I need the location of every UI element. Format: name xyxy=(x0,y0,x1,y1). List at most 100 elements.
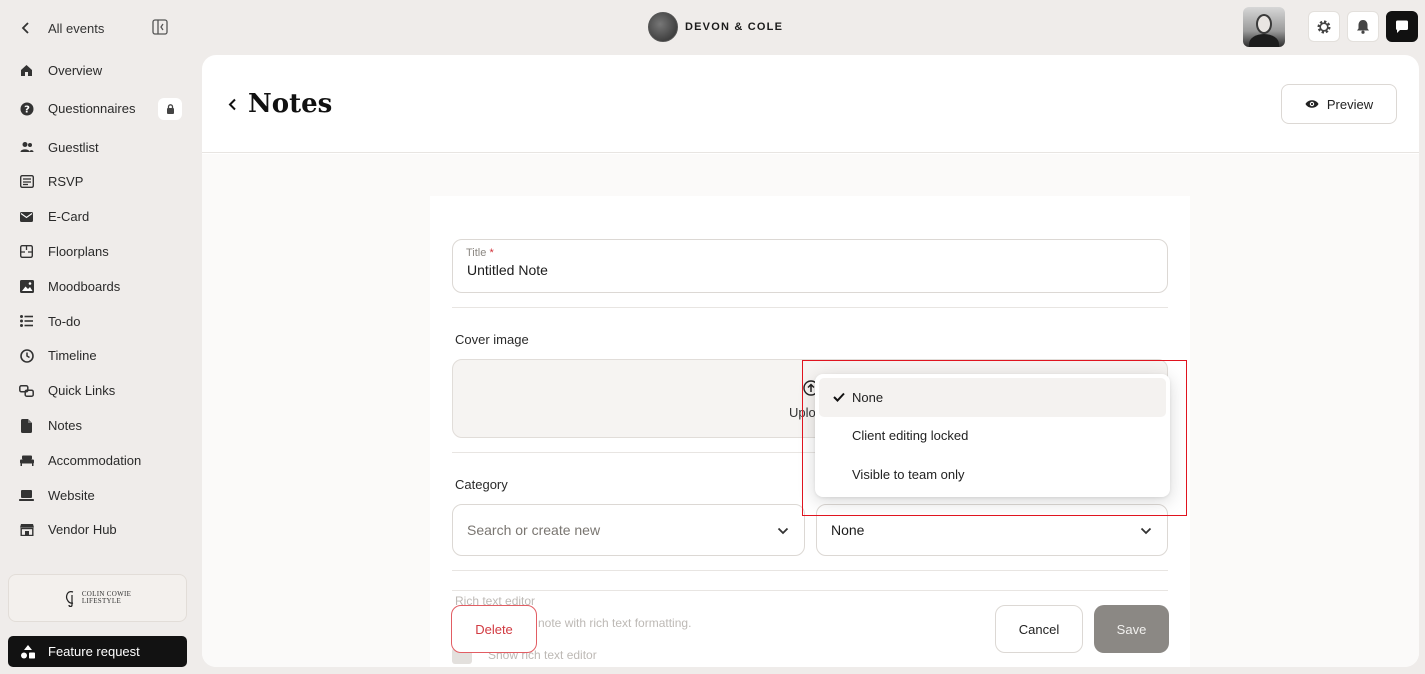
store-icon xyxy=(19,522,34,537)
page-title: Notes xyxy=(248,89,333,119)
link-icon xyxy=(19,383,34,398)
event-logo xyxy=(648,12,678,42)
envelope-icon xyxy=(19,209,34,224)
visibility-select[interactable]: None xyxy=(816,504,1168,556)
partner-logo-icon xyxy=(65,591,74,607)
shapes-icon xyxy=(20,644,36,660)
title-field-label: Title * xyxy=(466,247,494,259)
settings-button[interactable] xyxy=(1308,11,1340,42)
clock-icon xyxy=(19,348,34,363)
sidebar-item-label: Vendor Hub xyxy=(48,522,117,538)
delete-button[interactable]: Delete xyxy=(451,605,537,653)
sidebar-item-notes[interactable]: Notes xyxy=(0,408,200,443)
divider xyxy=(452,307,1168,308)
sidebar-item-label: To-do xyxy=(48,313,81,329)
title-input[interactable]: Untitled Note xyxy=(467,262,548,278)
sidebar-item-label: E-Card xyxy=(48,209,90,225)
laptop-icon xyxy=(19,488,34,503)
sidebar: All events Overview ? Questionnaires Gue… xyxy=(0,0,200,674)
eye-icon xyxy=(1305,99,1319,109)
notifications-button[interactable] xyxy=(1347,11,1379,42)
sidebar-item-label: Timeline xyxy=(48,348,97,364)
chat-button[interactable] xyxy=(1386,11,1418,42)
sidebar-item-ecard[interactable]: E-Card xyxy=(0,199,200,234)
sidebar-item-label: Overview xyxy=(48,62,103,78)
user-avatar[interactable] xyxy=(1243,7,1285,47)
dropdown-option-none[interactable]: None xyxy=(819,378,1166,417)
checkmark-icon xyxy=(832,390,846,404)
gear-icon xyxy=(1317,20,1331,33)
partner-brand-name: COLIN COWIE LIFESTYLE xyxy=(82,591,131,605)
svg-text:?: ? xyxy=(24,104,30,115)
lock-icon xyxy=(158,97,182,120)
sidebar-item-label: Quick Links xyxy=(48,383,116,399)
required-marker: * xyxy=(489,247,494,259)
page-header: Notes Preview xyxy=(202,55,1419,153)
chevron-left-icon xyxy=(18,20,34,36)
avatar-face xyxy=(1256,14,1272,34)
sidebar-item-label: Accommodation xyxy=(48,452,142,468)
upload-text: Uplo xyxy=(789,405,816,420)
home-icon xyxy=(19,63,34,78)
sidebar-item-guestlist[interactable]: Guestlist xyxy=(0,130,200,165)
divider xyxy=(452,590,1168,591)
visibility-value: None xyxy=(831,522,865,538)
preview-button[interactable]: Preview xyxy=(1281,84,1397,124)
sidebar-item-questionnaires[interactable]: ? Questionnaires xyxy=(0,88,200,130)
document-icon xyxy=(19,418,34,433)
category-placeholder: Search or create new xyxy=(467,522,601,538)
title-field[interactable]: Title * Untitled Note xyxy=(452,239,1168,293)
feature-request-label: Feature request xyxy=(48,644,140,659)
users-icon xyxy=(19,140,34,155)
floorplan-icon xyxy=(19,244,34,259)
list-icon xyxy=(19,314,34,329)
sidebar-item-label: Moodboards xyxy=(48,278,121,294)
event-brand: DEVON & COLE xyxy=(648,12,783,42)
sidebar-item-label: Floorplans xyxy=(48,244,109,260)
dropdown-option-client-editing-locked[interactable]: Client editing locked xyxy=(819,417,1166,456)
partner-brand-line2: LIFESTYLE xyxy=(81,597,122,605)
divider xyxy=(452,570,1168,571)
save-button[interactable]: Save xyxy=(1094,605,1169,653)
rsvp-icon xyxy=(19,174,34,189)
preview-label: Preview xyxy=(1326,96,1374,112)
sidebar-item-overview[interactable]: Overview xyxy=(0,53,200,88)
back-chevron-icon[interactable] xyxy=(226,97,238,111)
sidebar-item-rsvp[interactable]: RSVP xyxy=(0,165,200,200)
sidebar-item-website[interactable]: Website xyxy=(0,478,200,513)
sidebar-item-quick-links[interactable]: Quick Links xyxy=(0,373,200,408)
partner-brand-card: COLIN COWIE LIFESTYLE xyxy=(8,574,187,622)
feature-request-button[interactable]: Feature request xyxy=(8,636,187,667)
bell-icon xyxy=(1357,20,1369,34)
main-panel: Notes Preview Title * Untitled Note Cove… xyxy=(202,55,1419,667)
dropdown-option-label: Client editing locked xyxy=(852,428,969,444)
cover-image-label: Cover image xyxy=(455,332,529,347)
cancel-button[interactable]: Cancel xyxy=(995,605,1083,653)
avatar-body xyxy=(1249,34,1279,47)
dropdown-option-label: Visible to team only xyxy=(852,466,965,482)
sidebar-item-label: Website xyxy=(48,487,95,503)
event-brand-name: DEVON & COLE xyxy=(685,21,784,33)
rich-text-description: note with rich text formatting. xyxy=(538,616,692,630)
sidebar-collapse-icon[interactable] xyxy=(152,19,168,35)
visibility-dropdown-menu: None Client editing locked Visible to te… xyxy=(815,374,1170,497)
sidebar-item-label: RSVP xyxy=(48,174,84,190)
sidebar-item-floorplans[interactable]: Floorplans xyxy=(0,234,200,269)
dropdown-option-visible-to-team-only[interactable]: Visible to team only xyxy=(819,455,1166,494)
sidebar-item-vendor-hub[interactable]: Vendor Hub xyxy=(0,513,200,548)
sidebar-item-label: Guestlist xyxy=(48,139,99,155)
chevron-down-icon xyxy=(776,524,790,538)
image-icon xyxy=(19,279,34,294)
sidebar-item-timeline[interactable]: Timeline xyxy=(0,339,200,374)
chevron-down-icon xyxy=(1139,524,1153,538)
sidebar-item-accommodation[interactable]: Accommodation xyxy=(0,443,200,478)
sidebar-item-todo[interactable]: To-do xyxy=(0,304,200,339)
sidebar-item-moodboards[interactable]: Moodboards xyxy=(0,269,200,304)
bed-icon xyxy=(19,453,34,468)
title-label-text: Title xyxy=(466,247,487,259)
chat-icon xyxy=(1396,20,1408,33)
sidebar-nav: Overview ? Questionnaires Guestlist RSVP… xyxy=(0,53,200,547)
all-events-label: All events xyxy=(48,20,105,36)
category-select[interactable]: Search or create new xyxy=(452,504,805,556)
sidebar-item-label: Questionnaires xyxy=(48,101,136,117)
